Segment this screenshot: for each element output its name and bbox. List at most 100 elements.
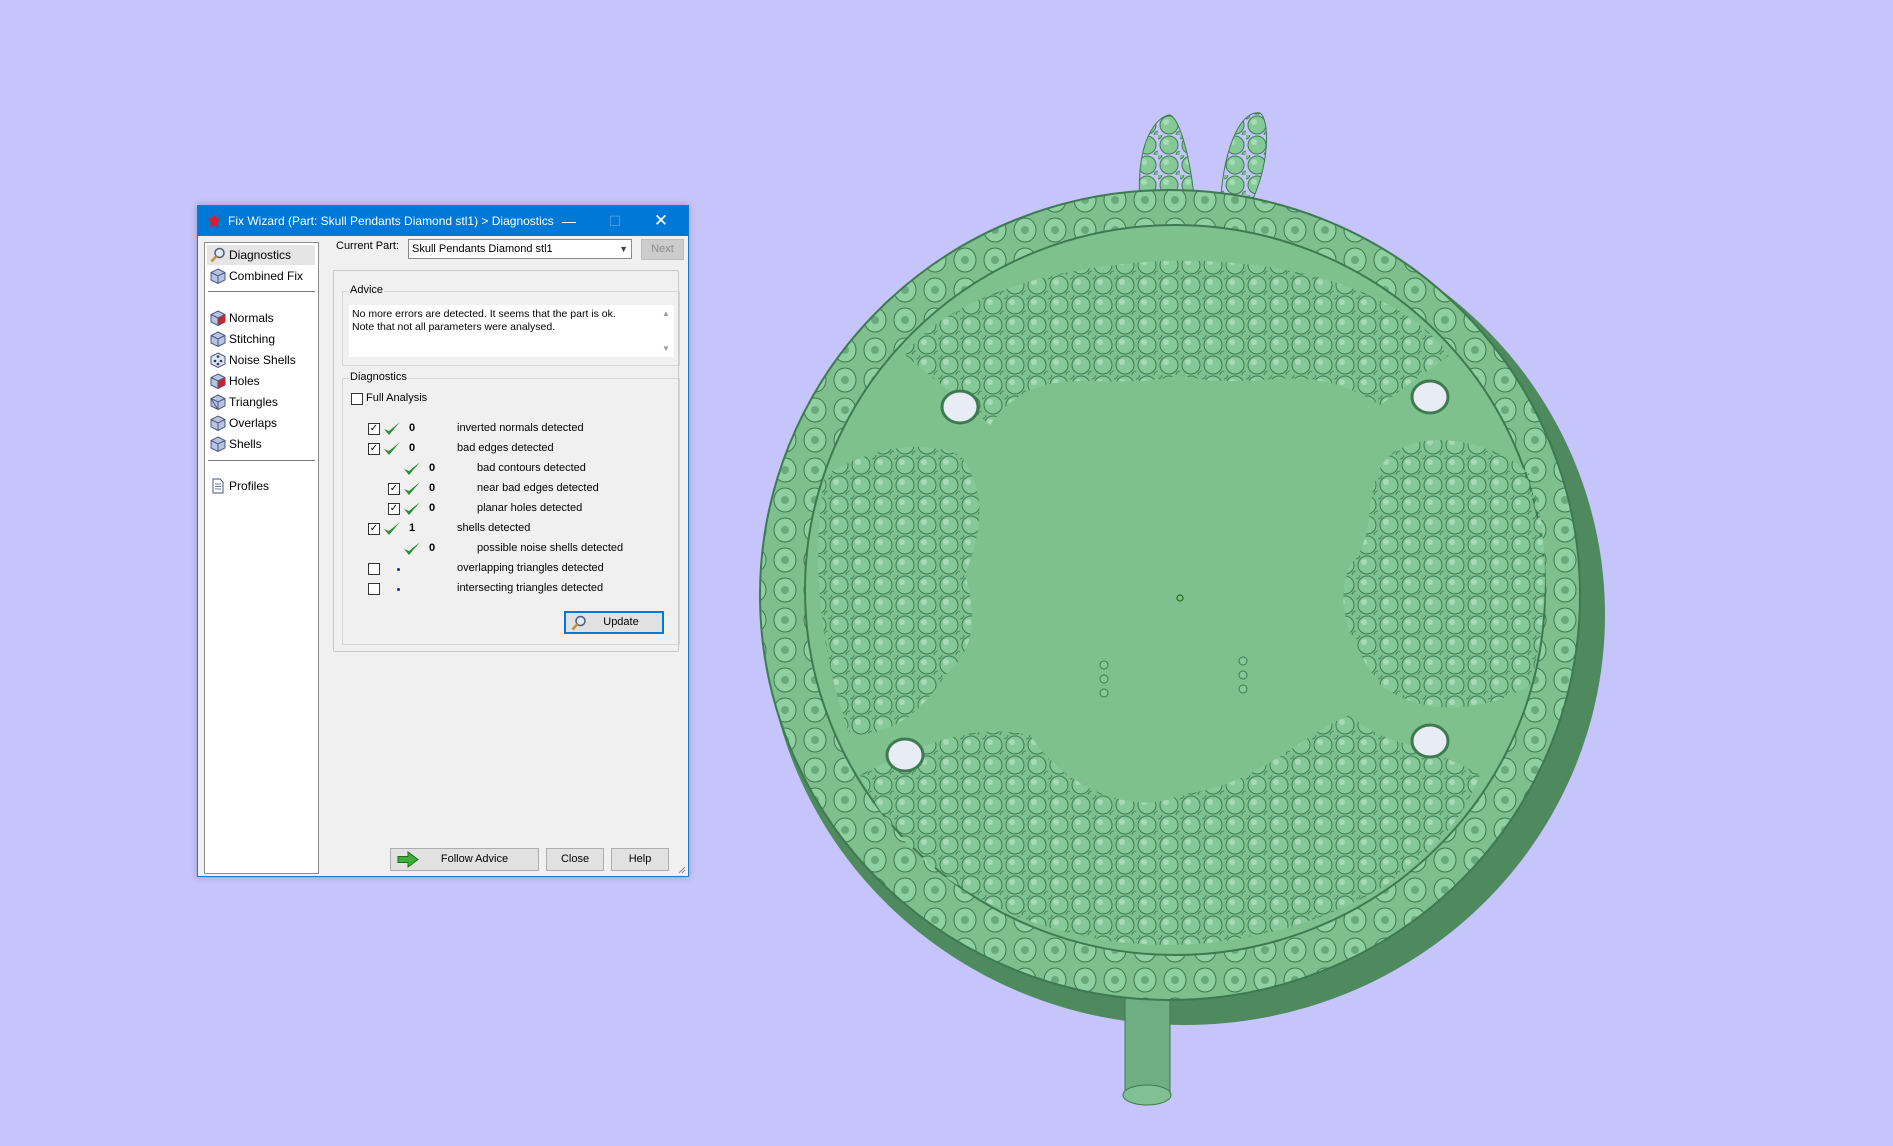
sidebar-item-label: Triangles — [229, 395, 278, 409]
sidebar-item-holes[interactable]: Holes — [207, 371, 315, 391]
check-icon — [404, 462, 420, 475]
not-analysed-dot-icon — [397, 588, 400, 591]
noise-shells-label: possible noise shells detected — [477, 542, 624, 554]
dialog-title: Fix Wizard (Part: Skull Pendants Diamond… — [228, 214, 554, 228]
full-analysis-checkbox[interactable] — [351, 393, 363, 405]
check-icon — [384, 522, 400, 535]
full-analysis-label: Full Analysis — [366, 392, 428, 404]
help-button[interactable]: Help — [611, 848, 669, 871]
sidebar-item-label: Normals — [229, 311, 274, 325]
sidebar-item-normals[interactable]: Normals — [207, 308, 315, 328]
shells-count: 1 — [409, 522, 416, 534]
arrow-right-icon — [397, 851, 419, 868]
cube-icon — [210, 415, 226, 431]
cube-red-icon — [210, 310, 226, 326]
shells-label: shells detected — [457, 522, 531, 534]
advice-text: No more errors are detected. It seems th… — [352, 308, 616, 333]
close-window-button[interactable]: ✕ — [638, 206, 684, 236]
check-icon — [404, 502, 420, 515]
bad-edges-checkbox[interactable]: ✓ — [368, 443, 380, 455]
noise-shells-count: 0 — [429, 542, 436, 554]
sidebar-item-label: Diagnostics — [229, 248, 292, 262]
bad-contours-label: bad contours detected — [477, 462, 586, 474]
update-button[interactable]: Update — [564, 611, 664, 634]
planar-holes-label: planar holes detected — [477, 502, 583, 514]
sidebar-item-combined-fix[interactable]: Combined Fix — [207, 266, 315, 286]
title-bar[interactable]: Fix Wizard (Part: Skull Pendants Diamond… — [198, 206, 688, 236]
cube-icon — [210, 268, 226, 284]
sidebar-item-stitching[interactable]: Stitching — [207, 329, 315, 349]
advice-group: Advice No more errors are detected. It s… — [342, 284, 680, 366]
overlapping-triangles-label: overlapping triangles detected — [457, 562, 604, 574]
near-bad-edges-label: near bad edges detected — [477, 482, 599, 494]
advice-scrollbar[interactable]: ▲ ▼ — [660, 307, 672, 355]
sidebar-item-label: Profiles — [229, 479, 270, 493]
fix-wizard-dialog: Fix Wizard (Part: Skull Pendants Diamond… — [197, 205, 689, 877]
update-button-label: Update — [603, 616, 639, 628]
sidebar-item-shells[interactable]: Shells — [207, 434, 315, 454]
check-icon — [404, 542, 420, 555]
sidebar-divider — [208, 291, 315, 292]
sidebar-item-label: Holes — [229, 374, 260, 388]
scroll-down-icon[interactable]: ▼ — [660, 344, 672, 353]
intersecting-triangles-label: intersecting triangles detected — [457, 582, 604, 594]
planar-holes-count: 0 — [429, 502, 436, 514]
follow-advice-label: Follow Advice — [440, 853, 509, 865]
near-bad-edges-checkbox[interactable]: ✓ — [388, 483, 400, 495]
advice-textbox[interactable]: No more errors are detected. It seems th… — [349, 305, 674, 357]
planar-holes-checkbox[interactable]: ✓ — [388, 503, 400, 515]
current-part-value: Skull Pendants Diamond stl1 — [412, 243, 553, 255]
minimize-button[interactable]: — — [546, 206, 592, 236]
scroll-up-icon[interactable]: ▲ — [660, 309, 672, 318]
shells-checkbox[interactable]: ✓ — [368, 523, 380, 535]
sidebar-item-noise-shells[interactable]: Noise Shells — [207, 350, 315, 370]
cube-red-icon — [210, 373, 226, 389]
advice-group-title: Advice — [349, 284, 385, 296]
chevron-down-icon: ▼ — [619, 244, 628, 254]
dice-icon — [210, 352, 226, 368]
current-part-label: Current Part: — [336, 240, 399, 252]
bad-contours-count: 0 — [429, 462, 436, 474]
bad-edges-label: bad edges detected — [457, 442, 554, 454]
sidebar-item-diagnostics[interactable]: Diagnostics — [207, 245, 315, 265]
cube-icon — [210, 331, 226, 347]
magnifier-icon — [210, 247, 225, 263]
not-analysed-dot-icon — [397, 568, 400, 571]
pendant-model — [759, 112, 1605, 1106]
inverted-normals-label: inverted normals detected — [457, 422, 584, 434]
diagnostics-group: Diagnostics Full Analysis ✓ 0 inverted n… — [342, 371, 680, 645]
cube-icon — [210, 436, 226, 452]
sidebar: Diagnostics Combined Fix Normals Stitchi… — [204, 242, 319, 874]
intersecting-triangles-checkbox[interactable] — [368, 583, 380, 595]
bad-edges-count: 0 — [409, 442, 416, 454]
overlapping-triangles-checkbox[interactable] — [368, 563, 380, 575]
app-logo-icon — [207, 214, 221, 228]
sidebar-item-label: Shells — [229, 437, 262, 451]
inverted-normals-count: 0 — [409, 422, 416, 434]
follow-advice-button[interactable]: Follow Advice — [390, 848, 539, 871]
model-viewport[interactable] — [740, 95, 1620, 1115]
inverted-normals-checkbox[interactable]: ✓ — [368, 423, 380, 435]
maximize-button[interactable]: ☐ — [592, 206, 638, 236]
cube-icon — [210, 394, 226, 410]
sidebar-item-triangles[interactable]: Triangles — [207, 392, 315, 412]
near-bad-edges-count: 0 — [429, 482, 436, 494]
sidebar-item-label: Noise Shells — [229, 353, 296, 367]
sidebar-item-label: Combined Fix — [229, 269, 304, 283]
resize-grip-icon[interactable] — [676, 864, 686, 874]
wizard-panel: Advice No more errors are detected. It s… — [333, 270, 680, 652]
diagnostics-group-title: Diagnostics — [349, 371, 408, 383]
document-icon — [212, 478, 224, 494]
check-icon — [384, 442, 400, 455]
check-icon — [384, 422, 400, 435]
check-icon — [404, 482, 420, 495]
sidebar-item-label: Stitching — [229, 332, 276, 346]
sidebar-item-overlaps[interactable]: Overlaps — [207, 413, 315, 433]
next-button[interactable]: Next — [641, 239, 684, 260]
sidebar-item-profiles[interactable]: Profiles — [207, 476, 315, 496]
magnifier-icon — [571, 615, 586, 631]
sidebar-divider — [208, 460, 315, 461]
sidebar-item-label: Overlaps — [229, 416, 278, 430]
close-button[interactable]: Close — [546, 848, 604, 871]
current-part-select[interactable]: Skull Pendants Diamond stl1 ▼ — [408, 239, 632, 259]
